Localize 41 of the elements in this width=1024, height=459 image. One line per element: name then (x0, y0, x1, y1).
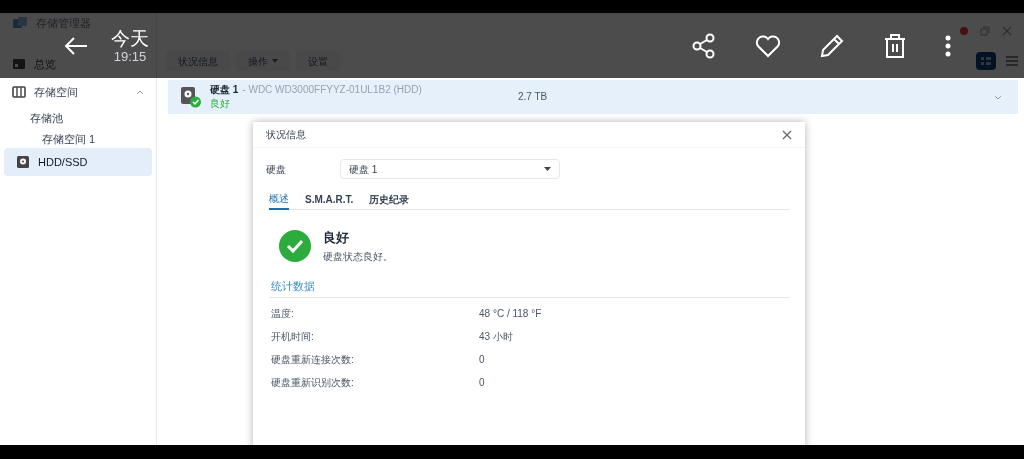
stat-label: 开机时间: (271, 330, 315, 344)
caret-icon (544, 167, 551, 171)
status-title: 良好 (323, 228, 350, 247)
stat-value: 0 (479, 353, 485, 367)
tab[interactable]: 概述 (269, 189, 289, 210)
viewer-date: 今天 (111, 26, 149, 49)
back-arrow-icon[interactable] (63, 35, 89, 56)
field-label: 硬盘 (266, 162, 287, 177)
disk-capacity: 2.7 TB (518, 91, 548, 102)
more-icon[interactable] (945, 33, 951, 58)
pencil-icon[interactable] (819, 32, 845, 59)
disk-status: 良好 (210, 97, 231, 111)
check-circle-icon (279, 230, 311, 262)
chevron-icon (136, 89, 144, 95)
viewer-time: 19:15 (113, 48, 147, 65)
sidebar-item[interactable]: 存储空间 (0, 78, 156, 106)
stat-value: 48 °C / 118 °F (479, 307, 542, 321)
sidebar-item[interactable]: 存储池 (0, 106, 156, 130)
stat-value: 43 小时 (479, 330, 513, 344)
share-icon[interactable] (691, 32, 717, 59)
stat-label: 硬盘重新识别次数: (271, 376, 355, 390)
dialog-title: 状况信息 (266, 128, 306, 142)
disk-select[interactable]: 硬盘 1 (340, 159, 560, 179)
section-heading: 统计数据 (270, 279, 315, 295)
chevron-icon (994, 94, 1002, 100)
close-icon[interactable] (782, 129, 792, 140)
tab[interactable]: 历史纪录 (369, 189, 410, 210)
sidebar-item[interactable]: HDD/SSD (4, 148, 152, 176)
stat-label: 温度: (271, 307, 295, 321)
volume-icon (12, 86, 26, 98)
heart-icon[interactable] (755, 33, 781, 58)
tab[interactable]: S.M.A.R.T. (305, 189, 354, 210)
disk-model: - WDC WD3000FFYYZ-01UL1B2 (HDD) (242, 83, 422, 97)
sidebar-item[interactable]: 存储空间 1 (0, 130, 156, 148)
stat-label: 硬盘重新连接次数: (271, 353, 355, 367)
stat-value: 0 (479, 376, 485, 390)
trash-icon[interactable] (883, 32, 907, 59)
disk-name: 硬盘 1 (210, 83, 239, 97)
disk-ok-icon (180, 86, 202, 108)
status-description: 硬盘状态良好。 (323, 250, 393, 265)
disk-row[interactable]: 硬盘 1 - WDC WD3000FFYYZ-01UL1B2 (HDD) 良好 2.7 TB (168, 80, 1018, 114)
